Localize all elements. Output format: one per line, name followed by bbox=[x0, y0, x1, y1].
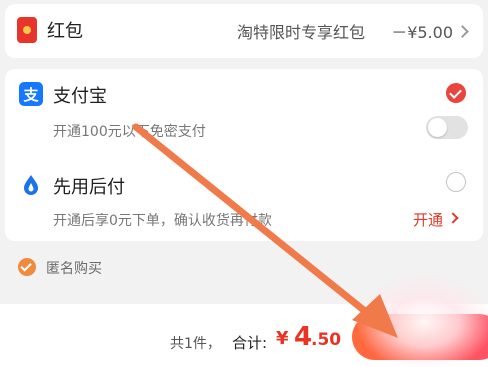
annotation-arrow bbox=[132, 123, 398, 338]
